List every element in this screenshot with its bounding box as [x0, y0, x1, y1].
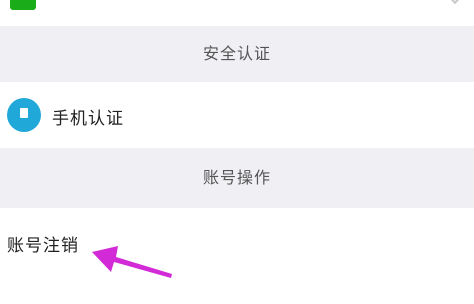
phone-auth-label: 手机认证 [52, 109, 124, 129]
top-partial-item[interactable] [0, 0, 474, 26]
chevron-right-icon [447, 0, 463, 5]
section-header-security: 安全认证 [0, 26, 474, 82]
list-item-phone-auth[interactable]: 手机认证 [0, 82, 474, 148]
phone-icon [7, 98, 41, 132]
section-header-account-label: 账号操作 [202, 168, 271, 187]
section-header-security-label: 安全认证 [202, 44, 271, 63]
green-app-icon [10, 0, 36, 10]
section-header-account: 账号操作 [0, 148, 474, 208]
list-item-account-cancel[interactable]: 账号注销 [0, 208, 474, 304]
account-cancel-label: 账号注销 [7, 236, 79, 256]
